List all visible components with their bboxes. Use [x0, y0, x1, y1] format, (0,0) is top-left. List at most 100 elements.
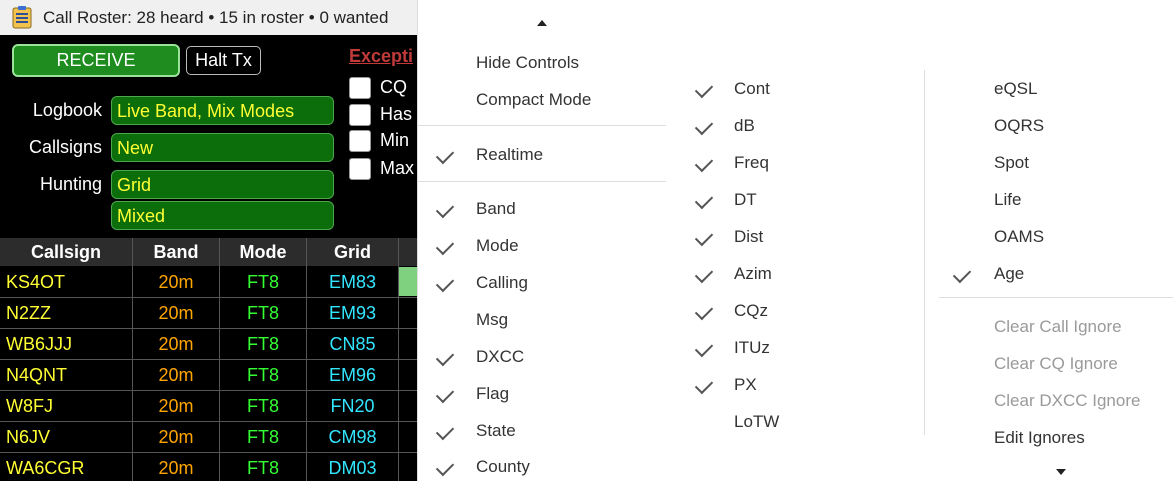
menu-item-dt[interactable]: DT: [666, 188, 924, 214]
menu-separator: [418, 181, 666, 182]
row-divider: [0, 452, 420, 453]
menu-item-compact-mode[interactable]: Compact Mode: [418, 88, 666, 114]
menu-action-edit-ignores[interactable]: Edit Ignores: [925, 426, 1173, 452]
halt-tx-button[interactable]: Halt Tx: [186, 46, 261, 75]
hunting-select[interactable]: Grid: [111, 170, 334, 199]
menu-action-clear-dxcc-ignore: Clear DXCC Ignore: [925, 389, 1173, 415]
logbook-label: Logbook: [32, 100, 102, 120]
logbook-select[interactable]: Live Band, Mix Modes: [111, 96, 334, 125]
menu-item-dxcc[interactable]: DXCC: [418, 345, 666, 371]
menu-item-calling[interactable]: Calling: [418, 271, 666, 297]
check-icon: [435, 347, 455, 367]
menu-action-clear-cq-ignore: Clear CQ Ignore: [925, 352, 1173, 378]
roster-cell-mode: FT8: [246, 303, 279, 323]
roster-cell-callsign: N4QNT: [6, 365, 68, 385]
menu-item-label: Compact Mode: [476, 90, 592, 109]
menu-item-label: County: [476, 457, 530, 476]
column-divider: [219, 238, 220, 481]
menu-item-age[interactable]: Age: [925, 262, 1173, 288]
check-icon: [435, 273, 455, 293]
check-icon: [694, 116, 714, 136]
roster-cell-grid: DM03: [328, 458, 377, 478]
menu-item-cqz[interactable]: CQz: [666, 299, 924, 325]
hunting-mode-select[interactable]: Mixed: [111, 201, 334, 230]
menu-item-db[interactable]: dB: [666, 114, 924, 140]
roster-cell-grid: FN20: [330, 396, 375, 416]
roster-cell-band: 20m: [158, 334, 194, 354]
column-header-mode[interactable]: Mode: [220, 238, 306, 266]
menu-item-mode[interactable]: Mode: [418, 234, 666, 260]
exception-min-checkbox[interactable]: [349, 130, 371, 152]
menu-item-lotw[interactable]: LoTW: [666, 410, 924, 436]
menu-item-state[interactable]: State: [418, 419, 666, 445]
menu-item-spot[interactable]: Spot: [925, 151, 1173, 177]
menu-item-msg[interactable]: Msg: [418, 308, 666, 334]
roster-cell-callsign: WB6JJJ: [6, 334, 73, 354]
caret-up-icon[interactable]: [536, 19, 548, 27]
menu-item-label: Life: [994, 190, 1022, 209]
row-divider: [0, 359, 420, 360]
roster-cell-mode: FT8: [246, 458, 279, 478]
check-icon: [435, 384, 455, 404]
caret-down-icon[interactable]: [1055, 468, 1067, 476]
check-icon: [694, 264, 714, 284]
column-header-grid[interactable]: Grid: [307, 238, 398, 266]
table-row[interactable]: WA6CGR 20m FT8 DM03: [0, 453, 420, 481]
menu-item-label: Spot: [994, 153, 1029, 172]
table-row[interactable]: N4QNT 20m FT8 EM96: [0, 360, 420, 390]
exception-max-checkbox[interactable]: [349, 158, 371, 180]
roster-cell-band: 20m: [158, 427, 194, 447]
menu-item-band[interactable]: Band: [418, 197, 666, 223]
menu-item-oqrs[interactable]: OQRS: [925, 114, 1173, 140]
column-header-band[interactable]: Band: [133, 238, 219, 266]
callsigns-select[interactable]: New: [111, 133, 334, 162]
roster-cell-band: 20m: [158, 272, 194, 292]
exception-has-checkbox[interactable]: [349, 104, 371, 126]
roster-cell-band: 20m: [158, 396, 194, 416]
context-menu-column-2: Cont dB Freq DT Dist Azim CQz ITUz PX LoTW: [666, 0, 924, 481]
menu-item-label: ITUz: [734, 338, 770, 357]
context-menu-column-1: Hide Controls Compact Mode Realtime Band Mod…: [417, 0, 667, 481]
menu-item-flag[interactable]: Flag: [418, 382, 666, 408]
exception-cq-label: CQ: [380, 77, 407, 97]
menu-item-eqsl[interactable]: eQSL: [925, 77, 1173, 103]
table-row[interactable]: N6JV 20m FT8 CM98: [0, 422, 420, 452]
menu-item-oams[interactable]: OAMS: [925, 225, 1173, 251]
menu-item-px[interactable]: PX: [666, 373, 924, 399]
roster-cell-band: 20m: [158, 458, 194, 478]
menu-item-label: Hide Controls: [476, 53, 579, 72]
check-icon: [435, 236, 455, 256]
menu-item-county[interactable]: County: [418, 455, 666, 481]
menu-item-ituz[interactable]: ITUz: [666, 336, 924, 362]
column-header-callsign[interactable]: Callsign: [0, 238, 132, 266]
menu-action-label: Clear CQ Ignore: [994, 354, 1118, 373]
menu-item-hide-controls[interactable]: Hide Controls: [418, 51, 666, 77]
menu-item-freq[interactable]: Freq: [666, 151, 924, 177]
table-row[interactable]: WB6JJJ 20m FT8 CN85: [0, 329, 420, 359]
menu-item-label: OQRS: [994, 116, 1045, 135]
table-row[interactable]: W8FJ 20m FT8 FN20: [0, 391, 420, 421]
menu-item-realtime[interactable]: Realtime: [418, 143, 666, 169]
menu-item-dist[interactable]: Dist: [666, 225, 924, 251]
check-icon: [694, 375, 714, 395]
row-divider: [0, 328, 420, 329]
menu-item-label: Calling: [476, 273, 528, 292]
exception-max-label: Max: [380, 158, 415, 178]
menu-item-life[interactable]: Life: [925, 188, 1173, 214]
table-row[interactable]: N2ZZ 20m FT8 EM93: [0, 298, 420, 328]
check-icon: [694, 153, 714, 173]
check-icon: [435, 199, 455, 219]
menu-item-cont[interactable]: Cont: [666, 77, 924, 103]
check-icon: [435, 457, 455, 477]
roster-cell-grid: CM98: [328, 427, 377, 447]
roster-cell-mode: FT8: [246, 365, 279, 385]
exception-has-label: Has: [380, 104, 413, 124]
window-title: Call Roster: 28 heard • 15 in roster • 0…: [43, 8, 389, 27]
context-menu-column-3: eQSL OQRS Spot Life OAMS Age Clear Call Ignore…: [925, 0, 1173, 481]
exception-cq-checkbox[interactable]: [349, 77, 371, 99]
menu-item-azim[interactable]: Azim: [666, 262, 924, 288]
menu-item-label: Azim: [734, 264, 772, 283]
table-row[interactable]: KS4OT 20m FT8 EM83: [0, 267, 420, 297]
menu-item-label: Msg: [476, 310, 509, 329]
receive-button[interactable]: RECEIVE: [12, 44, 180, 77]
